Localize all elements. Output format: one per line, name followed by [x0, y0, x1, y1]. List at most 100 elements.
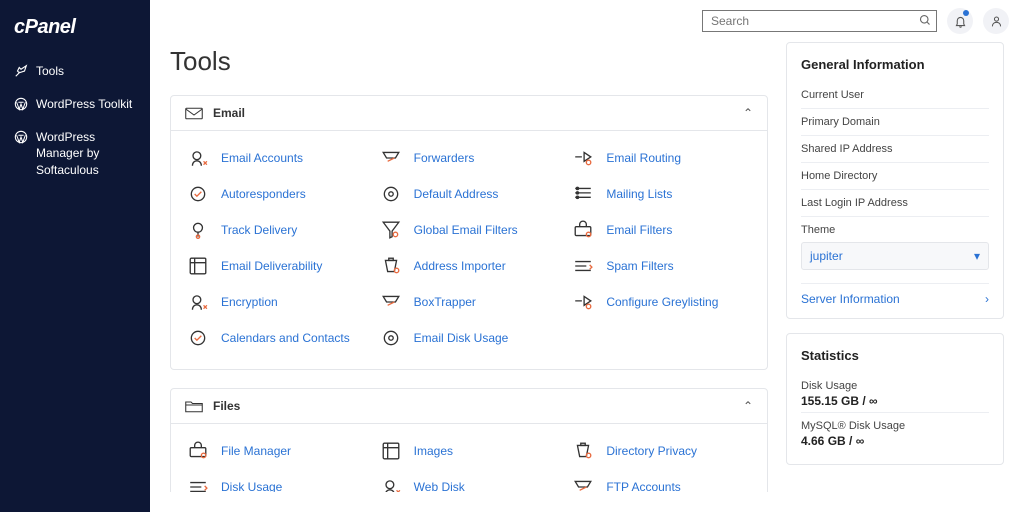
tool-item[interactable]: Autoresponders	[185, 183, 368, 205]
tool-label: Email Routing	[606, 151, 681, 165]
tool-label: BoxTrapper	[414, 295, 476, 309]
server-info-link[interactable]: Server Information ›	[801, 283, 989, 306]
tool-label: Images	[414, 444, 453, 458]
stat-row: Disk Usage 155.15 GB / ∞	[801, 373, 989, 412]
info-row: Home Directory	[801, 162, 989, 189]
tool-label: Configure Greylisting	[606, 295, 718, 309]
tool-label: Email Disk Usage	[414, 331, 509, 345]
info-label: Primary Domain	[801, 116, 989, 128]
tool-icon	[185, 219, 211, 241]
tool-item[interactable]: BoxTrapper	[378, 291, 561, 313]
sidebar-item-wp-toolkit[interactable]: WordPress Toolkit	[0, 88, 150, 121]
tool-item[interactable]: Web Disk	[378, 476, 561, 492]
tool-icon	[378, 219, 404, 241]
stat-label: Disk Usage	[801, 380, 989, 392]
info-row: Shared IP Address	[801, 135, 989, 162]
tool-item[interactable]: Calendars and Contacts	[185, 327, 368, 349]
tool-item[interactable]: Images	[378, 440, 561, 462]
right-col: General Information Current UserPrimary …	[786, 42, 1004, 492]
topbar	[150, 0, 1024, 42]
tool-item[interactable]: Track Delivery	[185, 219, 368, 241]
tool-item[interactable]: Global Email Filters	[378, 219, 561, 241]
info-label: Home Directory	[801, 170, 989, 182]
notifications-button[interactable]	[947, 8, 973, 34]
server-info-label: Server Information	[801, 292, 900, 306]
tool-label: Track Delivery	[221, 223, 297, 237]
panel-title: Files	[213, 399, 733, 413]
tool-icon	[378, 291, 404, 313]
tool-icon	[185, 255, 211, 277]
tool-icon	[570, 440, 596, 462]
search-input[interactable]	[702, 10, 937, 32]
tool-label: Default Address	[414, 187, 499, 201]
tool-icon	[185, 440, 211, 462]
folder-icon	[185, 399, 203, 413]
tool-icon	[570, 255, 596, 277]
tool-icon	[570, 476, 596, 492]
tool-item[interactable]: Encryption	[185, 291, 368, 313]
tool-icon	[185, 291, 211, 313]
user-button[interactable]	[983, 8, 1009, 34]
stat-value: 4.66 GB / ∞	[801, 434, 989, 448]
theme-label: Theme	[801, 224, 989, 236]
panel-head[interactable]: Files⌃	[171, 389, 767, 424]
tool-icon	[185, 147, 211, 169]
tool-icon	[570, 147, 596, 169]
tool-item[interactable]: Spam Filters	[570, 255, 753, 277]
logo: cPanel	[0, 10, 150, 55]
theme-select[interactable]: jupiter ▾	[801, 242, 989, 270]
sidebar-item-tools[interactable]: Tools	[0, 55, 150, 88]
tool-icon	[378, 255, 404, 277]
mail-icon	[185, 106, 203, 120]
tool-item[interactable]: Email Deliverability	[185, 255, 368, 277]
panel-body: Email Accounts Forwarders Email Routing Aut…	[171, 131, 767, 369]
tool-item[interactable]: Forwarders	[378, 147, 561, 169]
left-col: Tools Email⌃Email AccountsForwardersEmai…	[170, 42, 768, 492]
info-label: Last Login IP Address	[801, 197, 989, 209]
info-label: Current User	[801, 89, 989, 101]
panel-body: File Manager Images Directory Privacy Disk …	[171, 424, 767, 492]
tool-item[interactable]: FTP Accounts	[570, 476, 753, 492]
tool-item[interactable]: Address Importer	[378, 255, 561, 277]
tool-item[interactable]: Directory Privacy	[570, 440, 753, 462]
tool-label: Address Importer	[414, 259, 506, 273]
tool-item[interactable]: Email Accounts	[185, 147, 368, 169]
tool-label: Mailing Lists	[606, 187, 672, 201]
sidebar-item-wp-manager[interactable]: WordPress Manager by Softaculous	[0, 121, 150, 187]
tool-item[interactable]: Email Routing	[570, 147, 753, 169]
panel-head[interactable]: Email ⌃	[171, 96, 767, 131]
tool-icon	[378, 147, 404, 169]
tool-icon	[378, 183, 404, 205]
statistics-card: Statistics Disk Usage155.15 GB / ∞MySQL®…	[786, 333, 1004, 465]
tool-label: Email Deliverability	[221, 259, 322, 273]
panel-title: Email	[213, 106, 733, 120]
tool-icon	[378, 440, 404, 462]
sidebar-item-label: WordPress Toolkit	[36, 96, 132, 113]
general-info-card: General Information Current UserPrimary …	[786, 42, 1004, 319]
stat-label: MySQL® Disk Usage	[801, 420, 989, 432]
tool-icon	[378, 476, 404, 492]
wp-icon	[14, 97, 28, 111]
user-icon	[990, 15, 1003, 28]
info-label: Shared IP Address	[801, 143, 989, 155]
main: Tools Email⌃Email AccountsForwardersEmai…	[150, 0, 1024, 512]
chevron-up-icon: ⌃	[743, 106, 753, 120]
tool-label: FTP Accounts	[606, 480, 680, 492]
tool-item[interactable]: Email Disk Usage	[378, 327, 561, 349]
tool-label: Directory Privacy	[606, 444, 697, 458]
tool-icon	[570, 219, 596, 241]
tool-item[interactable]: Default Address	[378, 183, 561, 205]
search-wrap	[702, 10, 937, 32]
tool-label: Spam Filters	[606, 259, 673, 273]
info-row: Last Login IP Address	[801, 189, 989, 216]
tool-item[interactable]: Mailing Lists	[570, 183, 753, 205]
info-row: Current User	[801, 82, 989, 108]
stat-value: 155.15 GB / ∞	[801, 394, 989, 408]
tool-item[interactable]: File Manager	[185, 440, 368, 462]
tool-item[interactable]: Configure Greylisting	[570, 291, 753, 313]
tool-label: Email Accounts	[221, 151, 303, 165]
search-icon	[919, 14, 931, 26]
tool-item[interactable]: Email Filters	[570, 219, 753, 241]
tool-item[interactable]: Disk Usage	[185, 476, 368, 492]
content: Tools Email⌃Email AccountsForwardersEmai…	[150, 42, 1024, 512]
